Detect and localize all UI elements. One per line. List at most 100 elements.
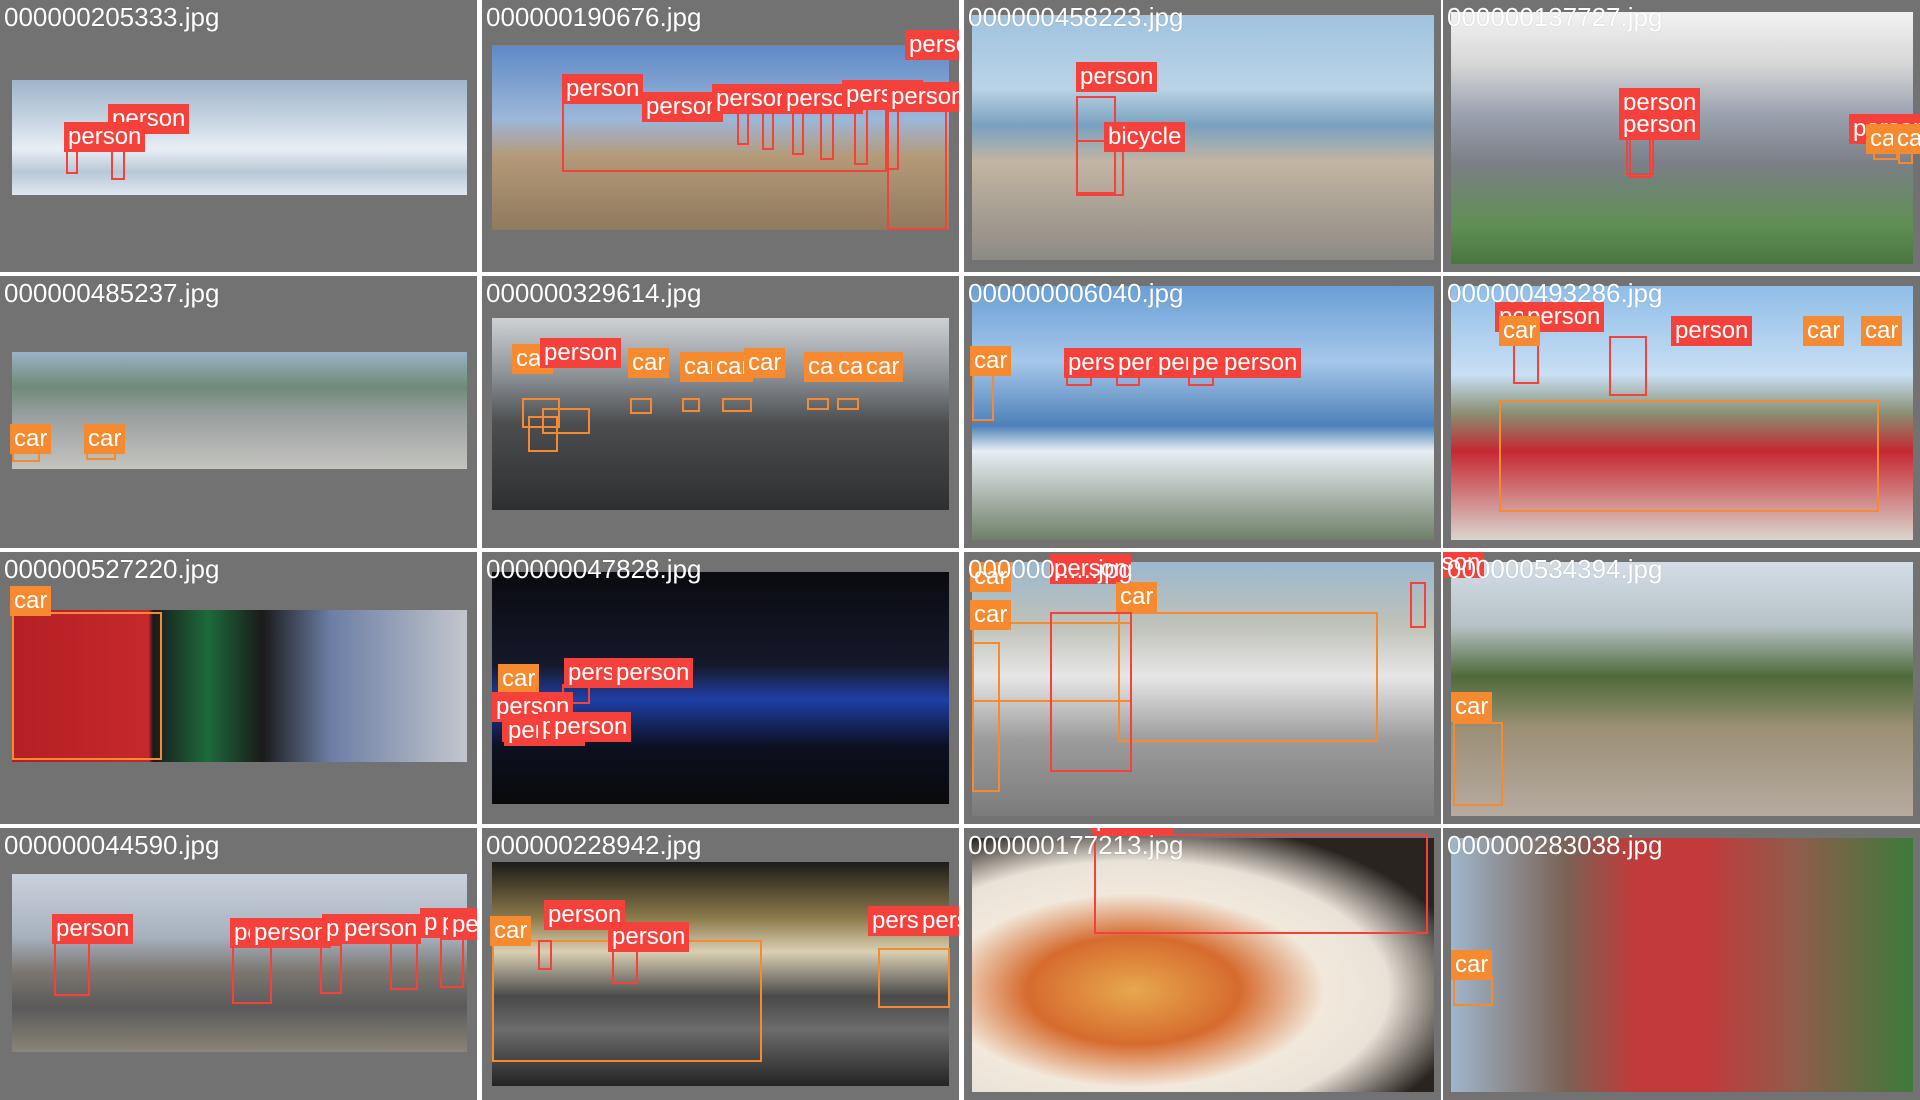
photo-night-bridge [492, 572, 949, 804]
detection-box [1410, 582, 1426, 628]
detection-label: car [498, 664, 540, 694]
detection-box [722, 398, 752, 412]
photo-stop-sign [1451, 838, 1913, 1092]
detection-label: person [608, 922, 690, 952]
detection-label: person [905, 30, 959, 60]
detection-label: car [1451, 692, 1493, 722]
detection-label: car [84, 424, 126, 454]
mosaic-tile: person person person person person perso… [0, 828, 477, 1100]
detection-box [972, 371, 994, 421]
detection-box [630, 398, 652, 414]
detection-label: bicycle [1104, 122, 1186, 152]
image-filename: 000000458223.jpg [968, 2, 1184, 32]
mosaic-tile: person person person person person perso… [482, 0, 959, 272]
image-filename: 000000137727.jpg [1447, 2, 1663, 32]
detection-label: person [540, 338, 622, 368]
detection-mosaic: person person 000000205333.jpg person pe… [0, 0, 1920, 1100]
image-filename: 000000177213.jpg [968, 830, 1184, 860]
detection-box [887, 110, 947, 230]
detection-box [1050, 612, 1132, 772]
detection-box [542, 408, 590, 434]
detection-box [54, 940, 90, 996]
detection-label: car [1861, 316, 1903, 346]
detection-label: car [1499, 316, 1541, 346]
mosaic-tile: car person person person person person p… [482, 552, 959, 824]
detection-box [972, 642, 1000, 792]
detection-box [390, 940, 418, 990]
detection-label: car [490, 916, 532, 946]
mosaic-tile: car 000000527220.jpg [0, 552, 477, 824]
detection-box [12, 612, 162, 760]
photo-blue-tram [972, 286, 1434, 540]
detection-box [837, 398, 859, 410]
detection-label: person [550, 712, 632, 742]
mosaic-tile: car person person person person person 0… [964, 276, 1441, 548]
mosaic-tile: car car 000000485237.jpg [0, 276, 477, 548]
mosaic-tile: person person person car car car 0000004… [1443, 276, 1920, 548]
image-filename: 000000205333.jpg [4, 2, 220, 32]
image-filename: 000000534394.jpg [1447, 554, 1663, 584]
detection-label: person [64, 122, 146, 152]
detection-box [1118, 612, 1378, 742]
detection-label: person [52, 914, 134, 944]
detection-box [682, 398, 700, 412]
detection-label: person [1220, 348, 1302, 378]
image-filename: 000000047828.jpg [486, 554, 702, 584]
mosaic-tile: car person car car car car car car car 0… [482, 276, 959, 548]
detection-label: car [1451, 950, 1493, 980]
image-filename: 000000044590.jpg [4, 830, 220, 860]
detection-box [878, 948, 950, 1008]
detection-box [1453, 976, 1493, 1006]
detection-label: person [918, 906, 959, 936]
detection-label: person [340, 914, 422, 944]
image-filename: 000000527220.jpg [4, 554, 220, 584]
mosaic-tile: person bicycle 000000458223.jpg [964, 0, 1441, 272]
detection-box [1453, 722, 1503, 806]
detection-label: person [562, 74, 644, 104]
image-filename: 000000329614.jpg [486, 278, 702, 308]
detection-label: car [1893, 124, 1920, 154]
image-filename: 000000......jpg [968, 554, 1133, 584]
detection-label: car [970, 346, 1012, 376]
photo-sheep-field [1451, 562, 1913, 816]
image-filename: 000000485237.jpg [4, 278, 220, 308]
detection-label: car [10, 586, 52, 616]
mosaic-tile: person 000000177213.jpg [964, 828, 1441, 1100]
detection-box [538, 940, 552, 970]
detection-box [232, 944, 272, 1004]
detection-label: person [887, 82, 959, 112]
detection-label: person [612, 658, 694, 688]
mosaic-tile: person car 000000534394.jpg [1443, 552, 1920, 824]
detection-box [1609, 336, 1647, 396]
image-filename: 000000228942.jpg [486, 830, 702, 860]
detection-label: car [10, 424, 52, 454]
image-filename: 000000006040.jpg [968, 278, 1184, 308]
detection-label: car [862, 352, 904, 382]
detection-label: car [1116, 582, 1158, 612]
detection-label: car [1803, 316, 1845, 346]
mosaic-tile: person person person car car 00000013772… [1443, 0, 1920, 272]
mosaic-tile: car person person person person 00000022… [482, 828, 959, 1100]
detection-box [440, 938, 464, 988]
detection-label: person [1671, 316, 1753, 346]
detection-label: person [250, 918, 332, 948]
mosaic-tile: car person car car 000000......jpg [964, 552, 1441, 824]
detection-label: person [448, 910, 477, 940]
detection-label: car [744, 348, 786, 378]
detection-label: car [628, 348, 670, 378]
detection-label: person [1619, 110, 1701, 140]
mosaic-tile: person person 000000205333.jpg [0, 0, 477, 272]
image-filename: 000000283038.jpg [1447, 830, 1663, 860]
detection-label: person [1076, 62, 1158, 92]
detection-box [320, 944, 342, 994]
detection-box [1499, 400, 1879, 512]
detection-box [1629, 138, 1651, 178]
detection-box [807, 398, 829, 410]
image-filename: 000000190676.jpg [486, 2, 702, 32]
mosaic-tile: car 000000283038.jpg [1443, 828, 1920, 1100]
detection-label: car [970, 600, 1012, 630]
photo-lighthouse-pier [972, 15, 1434, 260]
detection-box [854, 105, 868, 165]
image-filename: 000000493286.jpg [1447, 278, 1663, 308]
photo-airport-tarmac [12, 352, 467, 469]
